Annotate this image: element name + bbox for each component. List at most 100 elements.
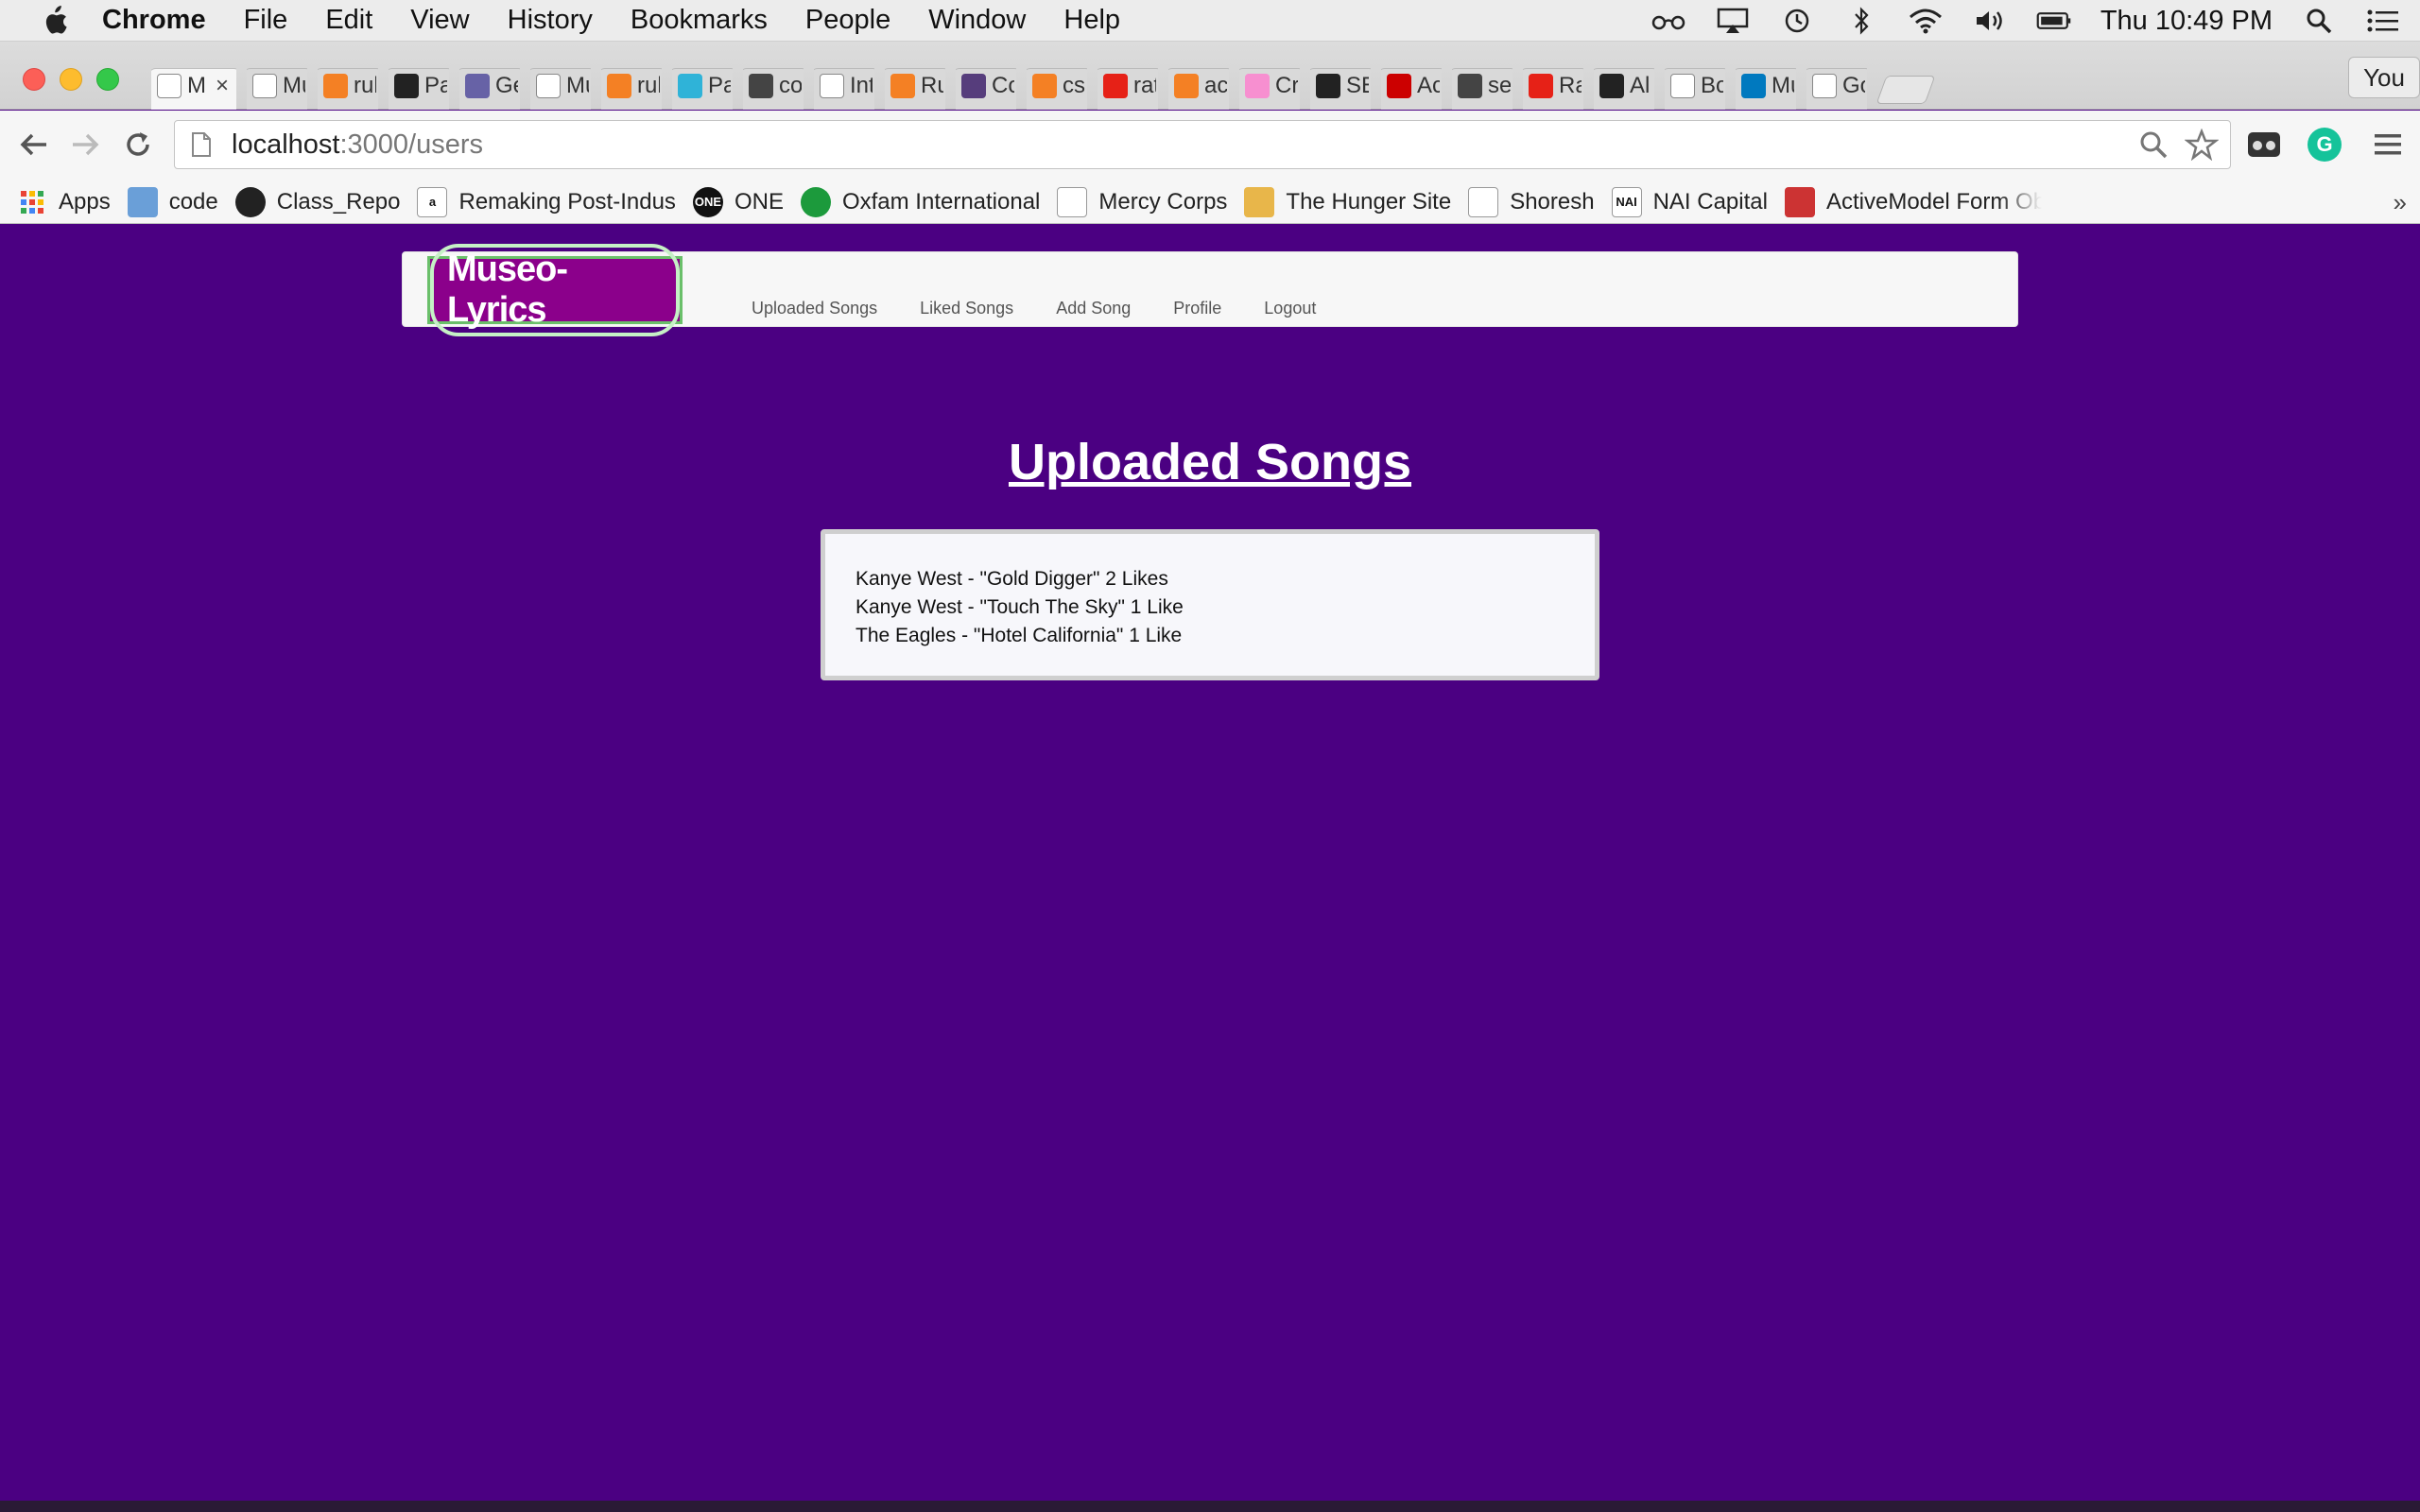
- battery-icon[interactable]: [2036, 7, 2072, 35]
- menu-edit[interactable]: Edit: [325, 5, 372, 36]
- browser-tab[interactable]: Ac: [1381, 62, 1442, 110]
- notification-center-icon[interactable]: [2365, 7, 2401, 35]
- stackoverflow-icon: [1032, 74, 1057, 98]
- bookmark-item[interactable]: Class_Repo: [234, 186, 400, 217]
- browser-tab[interactable]: rul: [318, 62, 378, 110]
- menu-file[interactable]: File: [244, 5, 288, 36]
- bookmark-item[interactable]: code: [127, 186, 218, 217]
- browser-tab[interactable]: Ra: [1523, 62, 1583, 110]
- reading-glasses-icon[interactable]: [1651, 7, 1686, 35]
- page-icon: [252, 74, 277, 98]
- browser-tab[interactable]: se: [1452, 62, 1512, 110]
- brand-logo[interactable]: Museo-Lyrics: [427, 244, 683, 336]
- bookmark-item[interactable]: ActiveModel Form Ob: [1784, 186, 2042, 217]
- nav-add-song[interactable]: Add Song: [1056, 299, 1131, 318]
- browser-tab[interactable]: Ru: [885, 62, 945, 110]
- song-item[interactable]: The Eagles - "Hotel California" 1 Like: [856, 622, 1595, 650]
- bootstrap-icon: [961, 74, 986, 98]
- browser-tab[interactable]: Mu: [247, 62, 307, 110]
- address-path: :3000/users: [339, 129, 484, 160]
- browser-tab[interactable]: Ge: [459, 62, 520, 110]
- browser-tab[interactable]: Mu: [1736, 62, 1796, 110]
- new-tab-button[interactable]: [1876, 76, 1936, 104]
- stackoverflow-icon: [1174, 74, 1199, 98]
- bookmark-item[interactable]: Mercy Corps: [1057, 186, 1228, 217]
- forward-icon[interactable]: [64, 124, 106, 165]
- address-bar[interactable]: localhost:3000/users: [174, 120, 2231, 169]
- bookmark-item[interactable]: Apps: [17, 187, 111, 217]
- bookmark-item[interactable]: Oxfam International: [800, 186, 1040, 217]
- browser-tab[interactable]: Bo: [1665, 62, 1725, 110]
- bookmark-label: ONE: [734, 188, 784, 215]
- wifi-icon[interactable]: [1908, 7, 1944, 35]
- bookmark-item[interactable]: ONE ONE: [692, 186, 784, 217]
- time-machine-icon[interactable]: [1779, 7, 1815, 35]
- bluetooth-icon[interactable]: [1843, 7, 1879, 35]
- bookmark-item[interactable]: The Hunger Site: [1244, 186, 1451, 217]
- zoom-search-icon[interactable]: [2137, 129, 2169, 165]
- browser-tab[interactable]: M ×: [151, 62, 236, 110]
- chrome-menu-icon[interactable]: [2369, 126, 2407, 163]
- menu-people[interactable]: People: [805, 5, 890, 36]
- browser-tab[interactable]: rul: [601, 62, 662, 110]
- nav-uploaded-songs[interactable]: Uploaded Songs: [752, 299, 877, 318]
- menu-help[interactable]: Help: [1063, 5, 1120, 36]
- window-close-button[interactable]: [23, 68, 45, 91]
- back-icon[interactable]: [13, 124, 55, 165]
- menu-app-name[interactable]: Chrome: [102, 5, 206, 36]
- browser-tab[interactable]: ac: [1168, 62, 1229, 110]
- page-icon: [536, 74, 561, 98]
- menubar-clock[interactable]: Thu 10:49 PM: [2100, 6, 2273, 37]
- youtube-icon: [1529, 74, 1553, 98]
- address-url[interactable]: localhost:3000/users: [232, 129, 483, 161]
- window-minimize-button[interactable]: [60, 68, 82, 91]
- browser-tab[interactable]: Cr: [1239, 62, 1300, 110]
- nav-profile[interactable]: Profile: [1173, 299, 1221, 318]
- browser-tab[interactable]: SE: [1310, 62, 1371, 110]
- bookmark-label: Mercy Corps: [1098, 188, 1228, 215]
- reload-icon[interactable]: [117, 124, 159, 165]
- song-item[interactable]: Kanye West - "Touch The Sky" 1 Like: [856, 593, 1595, 622]
- extension-glasses-icon[interactable]: [2245, 126, 2283, 163]
- menu-view[interactable]: View: [410, 5, 469, 36]
- tab-title: M: [187, 73, 206, 98]
- dock-icon: [1458, 74, 1482, 98]
- window-zoom-button[interactable]: [96, 68, 119, 91]
- nav-liked-songs[interactable]: Liked Songs: [920, 299, 1013, 318]
- tab-title: Ge: [495, 73, 518, 98]
- browser-tab[interactable]: Pa: [672, 62, 733, 110]
- grammarly-icon[interactable]: G: [2306, 126, 2343, 163]
- song-item[interactable]: Kanye West - "Gold Digger" 2 Likes: [856, 565, 1595, 593]
- tab-title: Co: [992, 73, 1014, 98]
- apple-icon[interactable]: [36, 2, 74, 40]
- browser-tab[interactable]: Go: [1806, 62, 1867, 110]
- bookmark-label: ActiveModel Form Ob: [1825, 188, 2042, 215]
- nav-logout[interactable]: Logout: [1264, 299, 1316, 318]
- browser-tab[interactable]: Pa: [389, 62, 449, 110]
- gmail-icon: [820, 74, 844, 98]
- bookmark-star-icon[interactable]: [2184, 128, 2220, 165]
- menu-bookmarks[interactable]: Bookmarks: [631, 5, 768, 36]
- browser-tab[interactable]: Co: [956, 62, 1016, 110]
- browser-tab[interactable]: Mu: [530, 62, 591, 110]
- bookmark-item[interactable]: a Remaking Post-Indus: [417, 186, 676, 217]
- browser-tab[interactable]: Al: [1594, 62, 1654, 110]
- bookmark-item[interactable]: Shoresh: [1468, 186, 1595, 217]
- browser-tab[interactable]: Int: [814, 62, 874, 110]
- profile-button[interactable]: You: [2348, 57, 2420, 98]
- spotlight-search-icon[interactable]: [2301, 7, 2337, 35]
- tab-title: Cr: [1275, 73, 1298, 98]
- bookmark-item[interactable]: NAI NAI Capital: [1611, 186, 1768, 217]
- airplay-icon[interactable]: [1715, 7, 1751, 35]
- browser-tab[interactable]: rat: [1098, 62, 1158, 110]
- volume-icon[interactable]: [1972, 7, 2008, 35]
- github-icon: [394, 74, 419, 98]
- browser-tab[interactable]: co: [743, 62, 804, 110]
- heroku-icon: [465, 74, 490, 98]
- menu-window[interactable]: Window: [928, 5, 1026, 36]
- menu-history[interactable]: History: [508, 5, 593, 36]
- browser-tab[interactable]: cs: [1027, 62, 1087, 110]
- bookmarks-overflow-icon[interactable]: »: [2394, 188, 2407, 217]
- tab-title: Go: [1842, 73, 1865, 98]
- tab-close-icon[interactable]: ×: [216, 73, 229, 99]
